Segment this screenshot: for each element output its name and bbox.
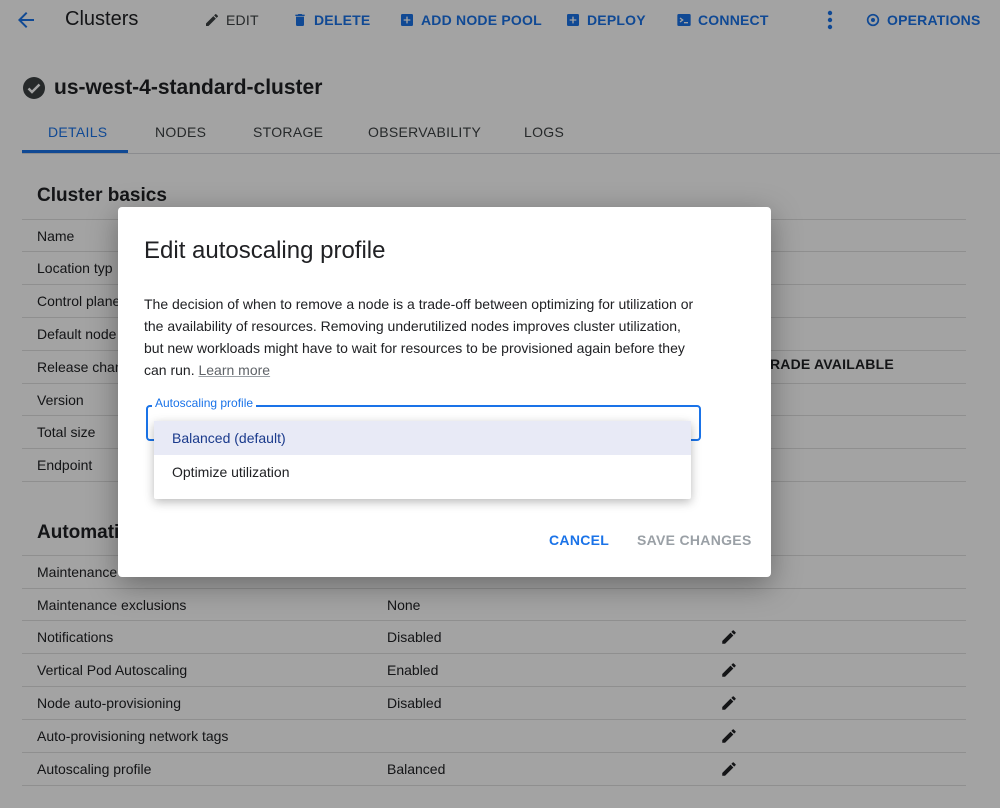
dialog-description: The decision of when to remove a node is… xyxy=(144,293,704,381)
learn-more-link[interactable]: Learn more xyxy=(198,362,270,378)
dialog-title: Edit autoscaling profile xyxy=(144,237,386,264)
option-optimize-utilization[interactable]: Optimize utilization xyxy=(154,455,691,489)
option-balanced[interactable]: Balanced (default) xyxy=(154,421,691,455)
save-changes-button[interactable]: SAVE CHANGES xyxy=(637,532,752,548)
cluster-details-page: Clusters EDIT DELETE ADD NODE POOL DEPLO… xyxy=(0,0,1000,808)
cancel-button[interactable]: CANCEL xyxy=(549,532,609,548)
select-label: Autoscaling profile xyxy=(152,396,257,410)
autoscaling-profile-dropdown: Balanced (default) Optimize utilization xyxy=(154,421,691,499)
edit-autoscaling-profile-dialog: Edit autoscaling profile The decision of… xyxy=(118,207,771,577)
